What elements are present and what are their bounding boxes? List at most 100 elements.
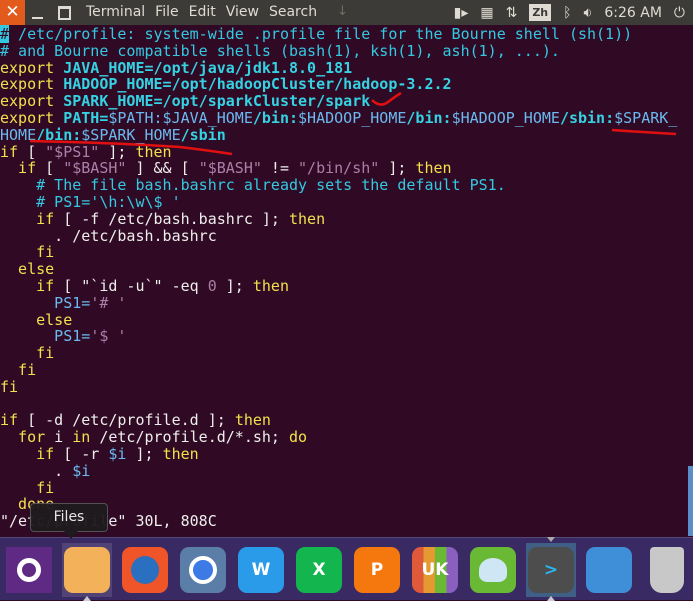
terminal-line: if [ -f /etc/bash.bashrc ]; then [0,210,686,228]
indicator-icon[interactable]: ▮▸ [454,5,469,21]
terminal-icon: > [528,547,574,593]
powerpoint-icon: P [354,547,400,593]
code-token: HOME [0,125,37,144]
code-token: . /etc/bash.bashrc [0,226,217,245]
terminal-line: else [0,261,686,278]
menu-file[interactable]: File [155,4,178,20]
maximize-icon[interactable] [58,6,71,20]
code-token: ]; [379,159,416,178]
dock-item-ubuntu-dash[interactable] [4,543,54,597]
minimize-icon[interactable] [32,6,44,19]
code-token: export [0,58,55,77]
code-token: $PATH:$JAVA_HOME [108,108,253,127]
terminal-line: export SPARK_HOME=/opt/sparkCluster/spar… [0,93,686,110]
dock-item-software-updater[interactable] [468,543,518,597]
terminal-glyph: > [543,560,559,580]
scrollbar[interactable] [688,26,693,536]
excel-icon: X [296,547,342,593]
code-token: then [234,411,271,430]
clock[interactable]: 6:26 AM [604,5,662,21]
word-icon: W [238,547,284,593]
code-token: then [415,159,452,178]
dock-item-word[interactable]: W [236,543,286,597]
text-cursor: # [0,25,10,43]
code-token: [ [18,142,46,161]
code-token: then [135,142,172,161]
network-icon[interactable]: ⇅ [506,5,518,21]
dock-item-workspaces[interactable] [584,543,634,597]
excel-glyph: X [312,560,326,580]
dock-item-excel[interactable]: X [294,543,344,597]
code-token: if [0,411,19,430]
software-center-icon: UK [412,547,458,593]
code-token: /bin: [406,108,452,127]
code-token: export [0,92,55,111]
code-token: /sbin [180,125,226,144]
software-center-glyph: UK [421,560,449,580]
menu-bar: Terminal File Edit View Search [86,4,317,20]
workspace-switcher-icon [586,547,632,593]
dock-item-ubuntu-software[interactable]: UK [410,543,460,597]
code-token: SPARK_HOME=/opt/sparkCluster/spark [54,92,371,111]
arrow-down-icon: ↓ [337,4,348,19]
code-token: PATH= [54,108,109,127]
menu-view[interactable]: View [226,4,259,20]
menu-edit[interactable]: Edit [189,4,216,20]
menu-search[interactable]: Search [269,4,317,20]
ubuntu-logo-icon [6,547,52,593]
code-token: # and Bourne compatible shells (bash(1),… [0,41,560,60]
dock-item-files[interactable] [62,543,112,601]
launcher-dock: W X P UK > [0,537,693,601]
code-token: export [0,108,55,127]
code-token: '$ ' [90,327,127,346]
power-icon[interactable]: ⏻ [674,5,685,21]
bluetooth-icon[interactable]: ᛒ [563,5,571,21]
code-token: JAVA_HOME=/opt/java/jdk1.8.0_181 [54,58,353,77]
code-token: 0 [207,276,217,295]
code-token: "`id -u`" [81,276,163,295]
dock-item-trash[interactable] [642,543,692,597]
code-token: /bin: [252,108,299,127]
code-token: ] && [ [126,159,199,178]
code-token: [ [36,159,64,178]
terminal-line: for i in /etc/profile.d/*.sh; do [0,429,686,446]
code-token: i [45,428,73,447]
menu-terminal[interactable]: Terminal [86,4,145,20]
scrollbar-thumb[interactable] [688,466,693,536]
code-token: PS1= [0,327,91,346]
code-token: then [162,444,199,463]
dock-item-firefox[interactable] [120,543,170,597]
top-panel: ✕ Terminal File Edit View Search ↓ ▮▸ ▦ … [0,0,693,25]
close-icon[interactable]: ✕ [0,0,25,25]
terminal-line: . $i [0,462,686,480]
terminal-line: fi [0,378,686,396]
terminal-content[interactable]: # /etc/profile: system-wide .profile fil… [0,25,686,536]
chromium-icon [180,547,226,593]
dock-item-terminal[interactable]: > [526,537,576,601]
code-token: [ [54,276,82,295]
volume-icon[interactable]: 🔉︎ [584,5,593,21]
code-token: else [0,260,55,279]
trash-icon [650,547,684,593]
files-tooltip: Files [30,503,108,539]
code-token: $i [108,444,127,463]
powerpoint-glyph: P [370,560,384,580]
code-token: fi [0,243,55,262]
calendar-icon[interactable]: ▦ [480,5,493,21]
code-token: != [261,159,299,178]
terminal-line: PS1='# ' [0,294,686,312]
code-token: in [72,428,91,447]
code-token: "/bin/sh" [298,159,380,178]
dock-item-powerpoint[interactable]: P [352,543,402,597]
code-token: $SPARK_HOME [81,125,181,144]
input-method-icon[interactable]: Zh [529,4,552,21]
code-token: fi [0,360,37,379]
code-token: "$PS1" [45,142,100,161]
code-token: /sbin: [559,108,615,127]
code-token: /etc/profile.d/*.sh; [90,428,289,447]
dock-item-chromium[interactable] [178,543,228,597]
terminal-line: fi [0,244,686,261]
terminal-line: if [ -r $i ]; then [0,446,686,463]
terminal-line: fi [0,479,686,497]
